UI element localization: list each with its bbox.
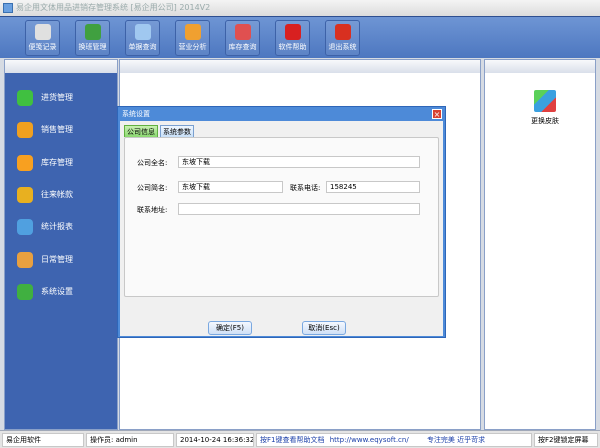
toolbar: 便笺记录 换班管理 单据查询 营业分析 库存查询 软件帮助 退出系统 bbox=[0, 16, 600, 58]
power-icon bbox=[334, 24, 351, 40]
short-name-input[interactable]: 东坡下载 bbox=[178, 181, 283, 193]
bar-chart-icon bbox=[184, 24, 201, 40]
toolbar-button-6[interactable]: 退出系统 bbox=[325, 20, 360, 56]
sidebar: 进货管理销售管理库存管理往来帐款统计报表日常管理系统设置 bbox=[4, 59, 118, 430]
sidebar-item-label: 系统设置 bbox=[41, 286, 73, 296]
main-header bbox=[120, 60, 480, 73]
toolbar-label: 营业分析 bbox=[178, 43, 207, 51]
status-help: 按F1键查看帮助文档 http://www.eqysoft.cn/ 专注完美 近… bbox=[256, 433, 532, 447]
notepad-icon bbox=[34, 24, 51, 40]
status-bar: 易企用软件 操作员: admin 2014-10-24 16:36:32 按F1… bbox=[0, 430, 600, 448]
house-icon bbox=[234, 24, 251, 40]
help-icon bbox=[284, 24, 301, 40]
bar-chart-icon bbox=[17, 219, 33, 236]
tab-system-params[interactable]: 系统参数 bbox=[160, 125, 194, 137]
sidebar-item-1[interactable]: 销售管理 bbox=[17, 120, 73, 140]
status-operator: 操作员: admin bbox=[86, 433, 174, 447]
cancel-button[interactable]: 取消(Esc) bbox=[302, 321, 346, 335]
toolbar-label: 换班管理 bbox=[78, 43, 107, 51]
sidebar-item-label: 往来帐款 bbox=[41, 189, 73, 199]
sidebar-item-5[interactable]: 日常管理 bbox=[17, 250, 73, 270]
toolbar-button-2[interactable]: 单据查询 bbox=[125, 20, 160, 56]
sidebar-item-4[interactable]: 统计报表 bbox=[17, 217, 73, 237]
slogan: 专注完美 近乎苛求 bbox=[426, 436, 486, 444]
dollar-icon bbox=[17, 186, 33, 203]
star-icon bbox=[17, 154, 33, 171]
toolbar-button-4[interactable]: 库存查询 bbox=[225, 20, 260, 56]
short-name-label: 公司简名: bbox=[137, 184, 168, 192]
sidebar-item-6[interactable]: 系统设置 bbox=[17, 282, 73, 302]
app-icon bbox=[3, 3, 13, 13]
toolbar-button-1[interactable]: 换班管理 bbox=[75, 20, 110, 56]
settings-dialog: 系统设置 × 公司信息 系统参数 公司全名: 东坡下载 公司简名: 东坡下载 联… bbox=[117, 106, 446, 338]
dialog-title: 系统设置 bbox=[122, 110, 150, 118]
status-company: 易企用软件 bbox=[2, 433, 84, 447]
address-label: 联系地址: bbox=[137, 206, 168, 214]
sidebar-header bbox=[5, 60, 117, 73]
right-panel: 更换皮肤 bbox=[484, 59, 596, 430]
sidebar-item-3[interactable]: 往来帐款 bbox=[17, 185, 73, 205]
sidebar-item-label: 统计报表 bbox=[41, 222, 73, 232]
help-hint: 按F1键查看帮助文档 bbox=[260, 436, 325, 444]
sidebar-item-2[interactable]: 库存管理 bbox=[17, 153, 73, 173]
ok-button[interactable]: 确定(F5) bbox=[208, 321, 252, 335]
toolbar-label: 软件帮助 bbox=[278, 43, 307, 51]
toolbar-button-5[interactable]: 软件帮助 bbox=[275, 20, 310, 56]
toolbar-label: 便笺记录 bbox=[28, 43, 57, 51]
toolbar-label: 库存查询 bbox=[228, 43, 257, 51]
sidebar-item-label: 进货管理 bbox=[41, 93, 73, 102]
toolbar-button-3[interactable]: 营业分析 bbox=[175, 20, 210, 56]
status-lock: 按F2键锁定屏幕 bbox=[534, 433, 598, 447]
sidebar-item-label: 库存管理 bbox=[41, 157, 73, 167]
company-info-panel: 公司全名: 东坡下载 公司简名: 东坡下载 联系电话: 158245 联系地址: bbox=[124, 137, 439, 297]
window-title: 易企用文体用品进销存管理系统 [易企用公司] 2014V2 bbox=[16, 3, 211, 12]
address-input[interactable] bbox=[178, 203, 420, 215]
plus-icon bbox=[17, 90, 33, 106]
phone-label: 联系电话: bbox=[290, 184, 321, 192]
gear-icon bbox=[17, 283, 33, 300]
sidebar-item-0[interactable]: 进货管理 bbox=[17, 88, 73, 108]
folder-icon bbox=[17, 251, 33, 268]
full-name-input[interactable]: 东坡下载 bbox=[178, 156, 420, 168]
pie-chart-icon bbox=[17, 122, 33, 139]
website-link[interactable]: http://www.eqysoft.cn/ bbox=[330, 436, 409, 444]
status-datetime: 2014-10-24 16:36:32 bbox=[176, 433, 254, 447]
cube-icon bbox=[534, 90, 556, 112]
sidebar-item-label: 日常管理 bbox=[41, 254, 73, 264]
change-skin-label: 更换皮肤 bbox=[531, 117, 559, 125]
phone-input[interactable]: 158245 bbox=[326, 181, 420, 193]
right-header bbox=[485, 60, 595, 73]
full-name-label: 公司全名: bbox=[137, 159, 168, 167]
users-icon bbox=[84, 24, 101, 40]
title-bar: 易企用文体用品进销存管理系统 [易企用公司] 2014V2 bbox=[0, 0, 600, 16]
tab-company-info[interactable]: 公司信息 bbox=[124, 125, 158, 137]
toolbar-label: 单据查询 bbox=[128, 43, 157, 51]
sidebar-item-label: 销售管理 bbox=[41, 125, 73, 135]
change-skin-button[interactable]: 更换皮肤 bbox=[525, 90, 565, 126]
toolbar-button-0[interactable]: 便笺记录 bbox=[25, 20, 60, 56]
toolbar-label: 退出系统 bbox=[328, 43, 357, 51]
magnifier-icon bbox=[134, 24, 151, 40]
close-icon[interactable]: × bbox=[432, 109, 442, 119]
